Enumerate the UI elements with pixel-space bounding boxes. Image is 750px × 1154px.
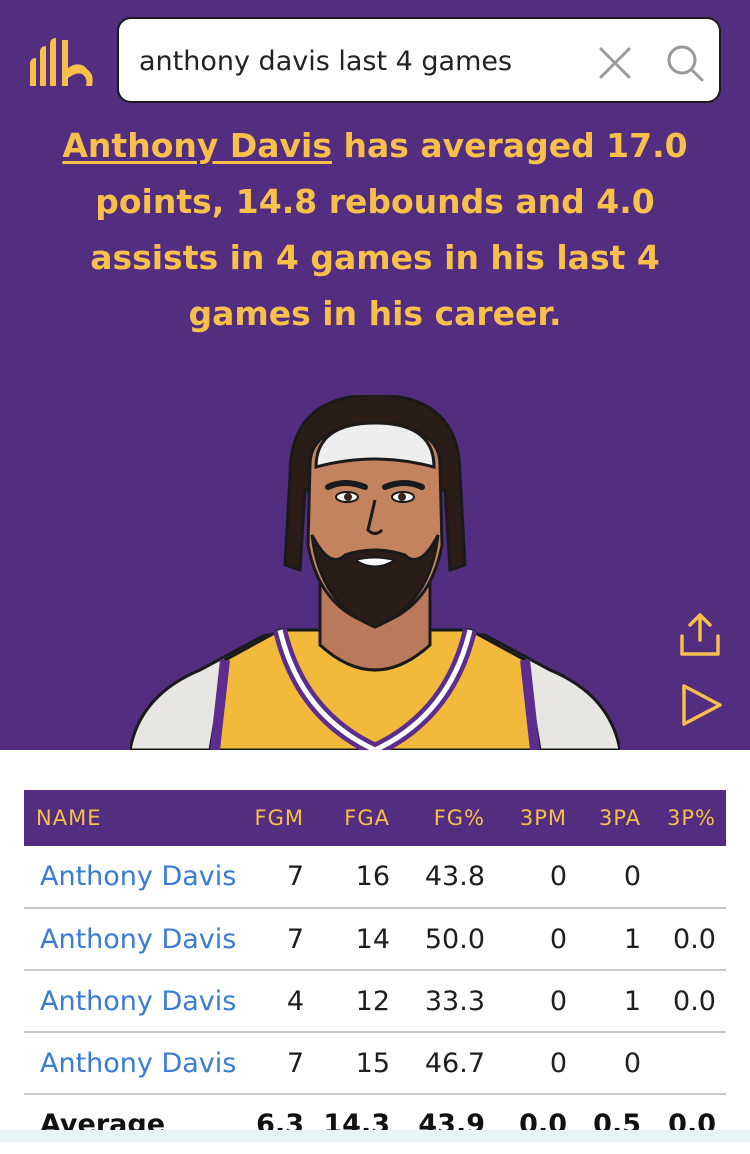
search-bar — [117, 17, 721, 103]
table-row: Anthony Davis 7 16 43.8 0 0 — [24, 846, 726, 908]
column-header-fgm[interactable]: FGM — [238, 790, 314, 846]
table-row: Anthony Davis 4 12 33.3 0 1 0.0 — [24, 970, 726, 1032]
cell-fgm: 7 — [286, 923, 304, 955]
column-header-3pa[interactable]: 3PA — [577, 790, 651, 846]
share-icon[interactable] — [676, 612, 724, 658]
cell-fga: 14 — [355, 923, 390, 955]
cell-3pa: 0 — [623, 1047, 641, 1079]
hero-section: Anthony Davis has averaged 17.0 points, … — [0, 0, 750, 750]
cell-fgm: 7 — [286, 861, 304, 892]
answer-text: Anthony Davis has averaged 17.0 points, … — [28, 118, 722, 342]
stats-table: NAME FGM FGA FG% 3PM 3PA 3P% Anthony Dav… — [24, 790, 726, 1154]
close-icon[interactable] — [597, 45, 633, 81]
player-name-link[interactable]: Anthony Davis — [24, 970, 238, 1032]
cell-fga: 15 — [355, 1047, 390, 1079]
cell-fga: 16 — [355, 861, 390, 892]
column-header-fg-pct[interactable]: FG% — [400, 790, 495, 846]
cell-3pa: 1 — [623, 985, 641, 1017]
cell-3pm: 0 — [549, 923, 567, 955]
table-footer-row: Average 6.3 14.3 43.9 0.0 0.5 0.0 — [24, 1094, 726, 1154]
avg-fgm: 6.3 — [256, 1109, 304, 1140]
search-icon[interactable] — [665, 43, 705, 83]
column-header-name[interactable]: NAME — [24, 790, 238, 846]
player-name-link[interactable]: Anthony Davis — [24, 1032, 238, 1094]
cell-fg-pct: 33.3 — [424, 985, 485, 1017]
play-icon[interactable] — [678, 682, 724, 728]
cell-3pm: 0 — [549, 985, 567, 1017]
column-header-fga[interactable]: FGA — [314, 790, 400, 846]
column-header-3p-pct[interactable]: 3P% — [651, 790, 726, 846]
bottom-bar — [0, 1130, 750, 1142]
cell-fg-pct: 43.8 — [424, 861, 485, 892]
cell-3pa: 1 — [623, 923, 641, 955]
stats-table-container: NAME FGM FGA FG% 3PM 3PA 3P% Anthony Dav… — [24, 790, 726, 1154]
cell-fga: 12 — [355, 985, 390, 1017]
cell-3pm: 0 — [549, 861, 567, 892]
player-name-link[interactable]: Anthony Davis — [24, 846, 238, 908]
avg-3pm: 0.0 — [519, 1109, 567, 1140]
cell-3p-pct — [651, 846, 726, 908]
table-header-row: NAME FGM FGA FG% 3PM 3PA 3P% — [24, 790, 726, 846]
cell-3pa: 0 — [623, 861, 641, 892]
avg-fg-pct: 43.9 — [418, 1109, 485, 1140]
avg-fga: 14.3 — [323, 1109, 390, 1140]
table-row: Anthony Davis 7 14 50.0 0 1 0.0 — [24, 908, 726, 970]
cell-3pm: 0 — [549, 1047, 567, 1079]
statmuse-logo-icon[interactable] — [28, 38, 98, 88]
cell-3p-pct: 0.0 — [673, 923, 716, 955]
average-label: Average — [40, 1109, 166, 1140]
table-row: Anthony Davis 7 15 46.7 0 0 — [24, 1032, 726, 1094]
player-link[interactable]: Anthony Davis — [62, 126, 332, 165]
cell-3p-pct: 0.0 — [673, 985, 716, 1017]
cell-fgm: 4 — [286, 985, 304, 1017]
player-illustration — [130, 395, 620, 750]
avg-3p-pct: 0.0 — [668, 1109, 716, 1140]
avg-3pa: 0.5 — [593, 1109, 641, 1140]
cell-3p-pct — [651, 1032, 726, 1094]
search-input[interactable] — [139, 41, 589, 81]
cell-fg-pct: 50.0 — [424, 923, 485, 955]
cell-fgm: 7 — [286, 1047, 304, 1079]
column-header-3pm[interactable]: 3PM — [495, 790, 577, 846]
cell-fg-pct: 46.7 — [424, 1047, 485, 1079]
player-name-link[interactable]: Anthony Davis — [24, 908, 238, 970]
